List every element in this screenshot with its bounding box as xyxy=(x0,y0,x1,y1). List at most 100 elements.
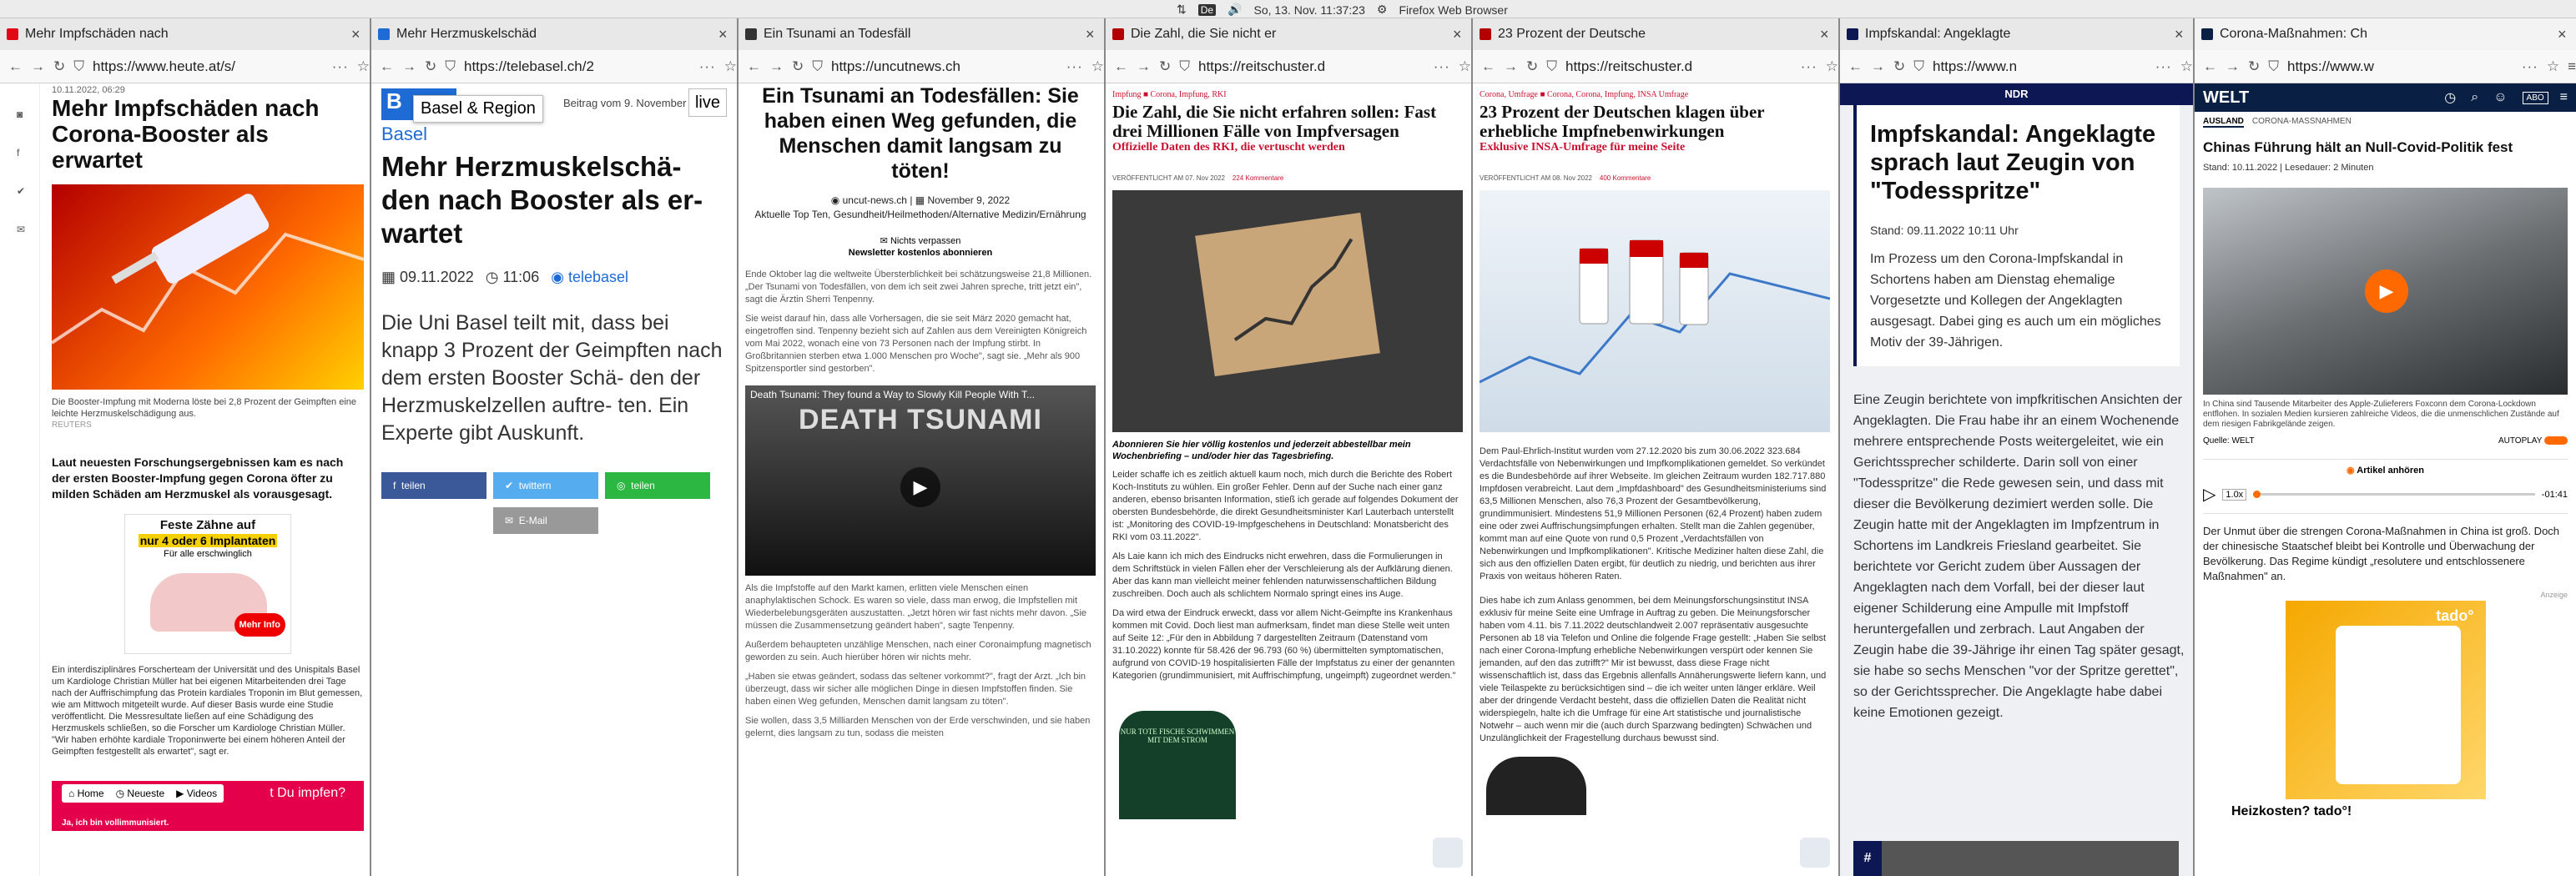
category-links[interactable]: Impfung ■ Corona, Impfung, RKI xyxy=(1112,90,1463,99)
shirt-ad-image[interactable]: NUR TOTE FISCHE SCHWIMMEN MIT DEM STROM xyxy=(1119,711,1236,819)
notification-icon[interactable]: ◷ xyxy=(2444,89,2456,106)
back-icon[interactable]: ← xyxy=(1114,58,1128,75)
clock[interactable]: So, 13. Nov. 11:37:23 xyxy=(1254,3,1365,17)
mail-icon[interactable]: ✉ xyxy=(17,210,39,249)
section-kicker[interactable]: Basel xyxy=(381,123,730,145)
tado-ad[interactable]: tado° xyxy=(2285,601,2486,799)
forward-icon[interactable]: → xyxy=(1137,58,1151,75)
forward-icon[interactable]: → xyxy=(2226,58,2240,75)
shield-icon[interactable]: ⛉ xyxy=(73,58,84,75)
close-tab-icon[interactable]: × xyxy=(1453,26,1471,43)
page-actions-icon[interactable]: ··· xyxy=(1066,58,1083,75)
shield-icon[interactable]: ⛉ xyxy=(1546,58,1557,75)
author-link[interactable]: ◉ telebasel xyxy=(551,269,628,286)
network-icon[interactable]: ⇅ xyxy=(1177,3,1187,17)
forward-icon[interactable]: → xyxy=(402,58,416,75)
comments-link[interactable]: 224 Kommentare xyxy=(1233,174,1283,182)
ad-title[interactable]: Heizkosten? tado°! xyxy=(2231,804,2568,819)
abo-button[interactable]: ABO xyxy=(2522,91,2548,104)
forward-icon[interactable]: → xyxy=(31,58,45,75)
recaptcha-icon[interactable] xyxy=(1433,838,1463,868)
newsletter-promo[interactable]: Abonnieren Sie hier völlig kostenlos und… xyxy=(1112,439,1463,462)
browser-tab[interactable]: Ein Tsunami an Todesfäll × xyxy=(739,18,1104,50)
comments-icon[interactable]: ◙ xyxy=(17,95,39,133)
back-icon[interactable]: ← xyxy=(380,58,394,75)
back-icon[interactable]: ← xyxy=(8,58,23,75)
bookmark-star-icon[interactable]: ☆ xyxy=(1091,58,1104,75)
url-field[interactable]: https://reitschuster.d xyxy=(1565,58,1792,75)
shield-icon[interactable]: ⛉ xyxy=(2268,58,2279,75)
twitter-share-button[interactable]: ✔ twittern xyxy=(493,472,598,499)
reload-icon[interactable]: ↻ xyxy=(792,58,804,75)
embedded-video[interactable]: Death Tsunami: They found a Way to Slowl… xyxy=(745,385,1096,576)
breadcrumb-corona[interactable]: CORONA-MASSNAHMEN xyxy=(2252,117,2352,128)
video-player[interactable]: ▶ xyxy=(2203,188,2568,395)
live-button[interactable]: live xyxy=(688,88,727,117)
url-field[interactable]: https://www.w xyxy=(2287,58,2513,75)
newsletter-cta[interactable]: ✉ Nichts verpassen Newsletter kostenlos a… xyxy=(745,235,1096,259)
facebook-share-button[interactable]: f teilen xyxy=(381,472,486,499)
reload-icon[interactable]: ↻ xyxy=(2248,58,2260,75)
browser-tab[interactable]: Corona-Maßnahmen: Ch × xyxy=(2195,18,2576,50)
hamburger-menu-icon[interactable]: ≡ xyxy=(2560,90,2568,105)
bottom-banner[interactable]: t Du impfen? Ja, ich bin vollimmunisiert… xyxy=(52,781,364,831)
bookmark-star-icon[interactable]: ☆ xyxy=(2180,58,2193,75)
search-icon[interactable]: ⌕ xyxy=(2471,90,2478,105)
reload-icon[interactable]: ↻ xyxy=(425,58,436,75)
dental-ad[interactable]: Feste Zähne auf nur 4 oder 6 Implantaten… xyxy=(124,514,291,654)
reload-icon[interactable]: ↻ xyxy=(53,58,65,75)
play-icon[interactable]: ▶ xyxy=(900,467,940,507)
bookmark-star-icon[interactable]: ☆ xyxy=(2547,58,2559,75)
welt-logo[interactable]: WELT xyxy=(2203,88,2444,108)
nav-videos[interactable]: ▶ Videos xyxy=(176,788,217,799)
bookmark-star-icon[interactable]: ☆ xyxy=(1459,58,1471,75)
browser-tab[interactable]: Mehr Impfschäden nach × xyxy=(0,18,370,50)
hero-image[interactable] xyxy=(1112,190,1463,432)
user-icon[interactable]: ☺ xyxy=(2493,90,2507,105)
email-share-button[interactable]: ✉ E-Mail xyxy=(493,507,598,534)
page-actions-icon[interactable]: ··· xyxy=(2522,58,2538,75)
menu-icon[interactable]: ≡ xyxy=(2568,58,2576,75)
forward-icon[interactable]: → xyxy=(769,58,784,75)
page-actions-icon[interactable]: ··· xyxy=(2155,58,2172,75)
reload-icon[interactable]: ↻ xyxy=(1893,58,1905,75)
breadcrumb-ausland[interactable]: AUSLAND xyxy=(2203,117,2244,128)
forward-icon[interactable]: → xyxy=(1504,58,1518,75)
audio-play-icon[interactable]: ▷ xyxy=(2203,484,2216,505)
close-tab-icon[interactable]: × xyxy=(1086,26,1104,43)
back-icon[interactable]: ← xyxy=(1848,58,1863,75)
sound-icon[interactable]: 🔊 xyxy=(1228,3,1242,17)
page-actions-icon[interactable]: ··· xyxy=(1434,58,1450,75)
back-icon[interactable]: ← xyxy=(1481,58,1495,75)
hero-image[interactable] xyxy=(52,184,364,390)
nav-home[interactable]: ⌂ Home xyxy=(68,788,104,799)
bookmark-star-icon[interactable]: ☆ xyxy=(357,58,370,75)
category-links[interactable]: Aktuelle Top Ten, Gesundheit/Heilmethode… xyxy=(754,209,1086,220)
recaptcha-icon[interactable] xyxy=(1800,838,1830,868)
shield-icon[interactable]: ⛉ xyxy=(445,58,456,75)
shield-icon[interactable]: ⛉ xyxy=(1179,58,1190,75)
close-tab-icon[interactable]: × xyxy=(1820,26,1838,43)
url-field[interactable]: https://www.n xyxy=(1933,58,2147,75)
bookmark-star-icon[interactable]: ☆ xyxy=(724,58,737,75)
nav-latest[interactable]: ◷ Neueste xyxy=(116,788,165,799)
category-links[interactable]: Corona, Umfrage ■ Corona, Corona, Impfun… xyxy=(1480,90,1830,99)
reload-icon[interactable]: ↻ xyxy=(1526,58,1538,75)
browser-tab[interactable]: 23 Prozent der Deutsche × xyxy=(1473,18,1838,50)
audio-progress[interactable] xyxy=(2253,491,2535,498)
page-actions-icon[interactable]: ··· xyxy=(332,58,349,75)
back-icon[interactable]: ← xyxy=(747,58,761,75)
facebook-icon[interactable]: f xyxy=(17,133,39,172)
related-video-thumbnail[interactable]: # xyxy=(1853,841,2179,876)
hero-image[interactable] xyxy=(1480,190,1830,432)
active-app-name[interactable]: Firefox Web Browser xyxy=(1399,3,1507,17)
site-link[interactable]: ◉ uncut-news.ch xyxy=(831,194,907,206)
url-field[interactable]: https://reitschuster.d xyxy=(1198,58,1425,75)
banner-option[interactable]: Ja, ich bin vollimmunisiert. xyxy=(62,818,169,828)
speed-button[interactable]: 1.0x xyxy=(2222,488,2247,501)
ndr-header[interactable]: NDR xyxy=(1840,83,2193,105)
reload-icon[interactable]: ↻ xyxy=(1159,58,1171,75)
page-actions-icon[interactable]: ··· xyxy=(699,58,716,75)
whatsapp-share-button[interactable]: ◎ teilen xyxy=(605,472,710,499)
ad-more-info-button[interactable]: Mehr Info xyxy=(234,613,285,637)
